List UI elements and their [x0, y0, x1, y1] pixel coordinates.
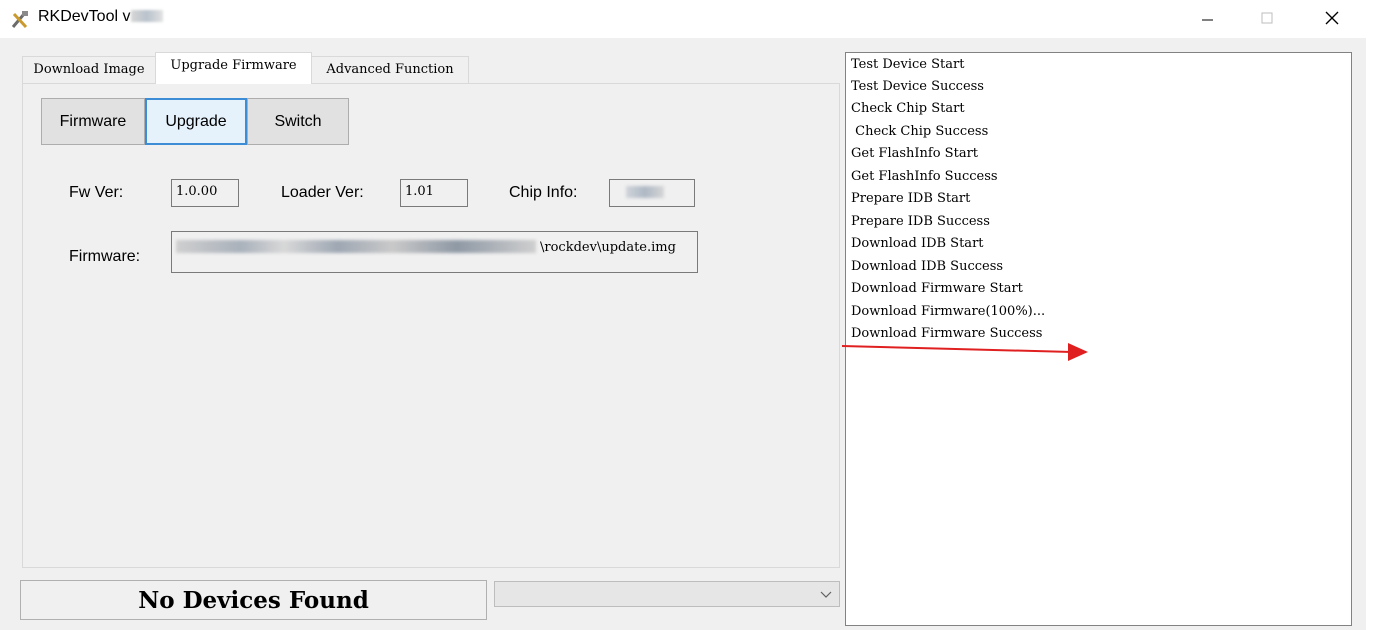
upgrade-button[interactable]: Upgrade	[145, 98, 247, 145]
fw-ver-label: Fw Ver:	[69, 184, 124, 201]
log-line: Prepare IDB Start	[851, 191, 971, 206]
log-line: Prepare IDB Success	[851, 214, 990, 229]
title-version-redacted	[131, 10, 164, 22]
window-title-text: RKDevTool v	[38, 8, 131, 25]
firmware-path-redacted	[176, 240, 536, 253]
switch-button[interactable]: Switch	[247, 98, 349, 145]
window-title: RKDevTool v	[38, 8, 164, 26]
log-line: Check Chip Start	[851, 101, 965, 116]
log-line: Get FlashInfo Start	[851, 146, 979, 161]
chevron-down-icon	[820, 591, 832, 598]
minimize-icon[interactable]	[1184, 0, 1230, 38]
log-line: Test Device Success	[851, 79, 984, 94]
tools-icon	[11, 11, 28, 29]
firmware-path-text: \rockdev\update.img	[540, 240, 676, 255]
log-line: Download Firmware Start	[851, 281, 1023, 296]
log-line: Download Firmware(100%)...	[851, 304, 1046, 319]
firmware-path-label: Firmware:	[69, 248, 141, 265]
title-bar: RKDevTool v	[0, 0, 1373, 38]
firmware-path-field[interactable]: \rockdev\update.img	[171, 231, 698, 273]
loader-ver-field[interactable]: 1.01	[400, 179, 468, 207]
fw-ver-field[interactable]: 1.0.00	[171, 179, 239, 207]
firmware-button[interactable]: Firmware	[41, 98, 145, 145]
chip-info-field[interactable]	[609, 179, 695, 207]
tab-download-image[interactable]: Download Image	[22, 56, 156, 84]
log-line: Get FlashInfo Success	[851, 169, 998, 184]
log-line: Check Chip Success	[851, 124, 989, 139]
tab-advanced-function[interactable]: Advanced Function	[311, 56, 469, 84]
upgrade-firmware-panel: Firmware Upgrade Switch Fw Ver: 1.0.00 L…	[22, 83, 840, 568]
chip-info-label: Chip Info:	[509, 184, 578, 201]
device-status: No Devices Found	[20, 580, 487, 620]
close-icon[interactable]	[1310, 0, 1356, 38]
maximize-icon[interactable]	[1244, 0, 1290, 38]
annotation-arrow-icon	[841, 343, 1088, 361]
chip-info-redacted	[626, 186, 664, 198]
loader-ver-label: Loader Ver:	[281, 184, 364, 201]
window-edge	[1366, 38, 1373, 630]
device-select-dropdown[interactable]	[494, 581, 840, 607]
log-line: Download IDB Success	[851, 259, 1004, 274]
tab-upgrade-firmware[interactable]: Upgrade Firmware	[155, 52, 312, 84]
log-line: Test Device Start	[851, 57, 965, 72]
log-line: Download IDB Start	[851, 236, 984, 251]
